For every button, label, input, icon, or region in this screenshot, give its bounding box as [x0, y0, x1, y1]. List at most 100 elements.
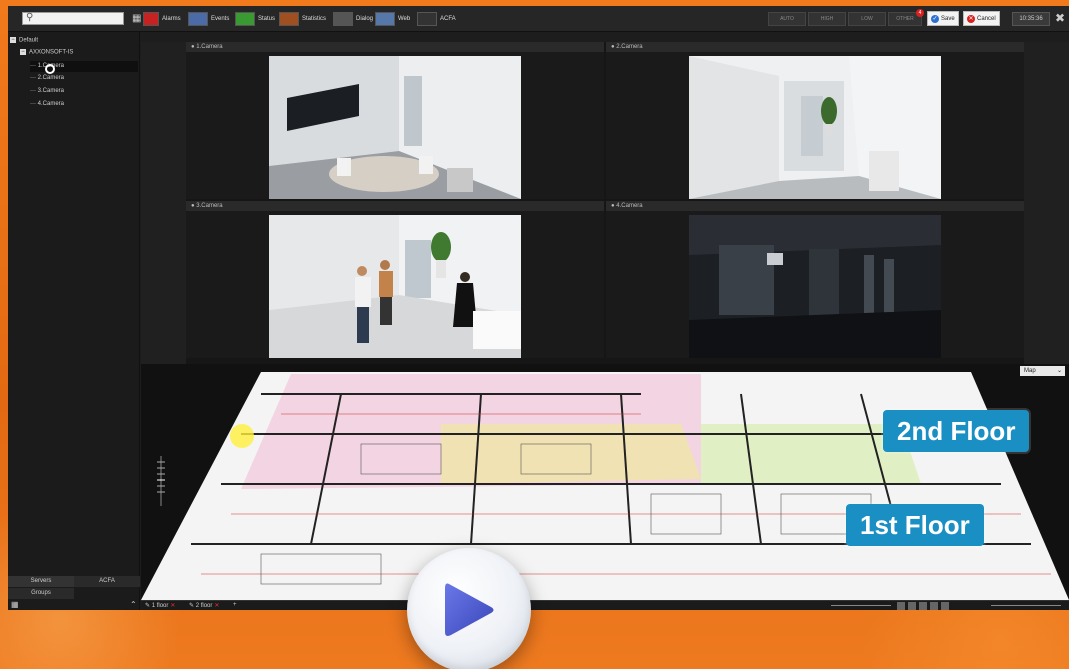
- dialog-button[interactable]: Dialog: [333, 11, 373, 27]
- map-panel[interactable]: Map ⌄ 2nd Floor 1st Floor: [141, 364, 1069, 600]
- collapse-icon[interactable]: −: [20, 49, 26, 55]
- camera-tile-4[interactable]: ● 4.Camera: [606, 201, 1024, 358]
- map-tool-icon[interactable]: [941, 602, 949, 610]
- mouse-cursor-highlight: [230, 424, 254, 448]
- camera-grid: ● 1.Camera ● 2.Camera ● 3.Camera ● 4.Cam…: [141, 42, 1069, 364]
- top-toolbar: ⚲ ▦ Alarms Events Status Statistics Dial…: [8, 6, 1069, 32]
- notification-badge: 4: [916, 9, 924, 17]
- camera-tile-2[interactable]: ● 2.Camera: [606, 42, 1024, 199]
- alarms-button[interactable]: Alarms: [143, 11, 181, 27]
- web-button[interactable]: Web: [375, 11, 410, 27]
- collapse-icon[interactable]: −: [10, 37, 16, 43]
- camera-feed-image: [689, 56, 941, 199]
- map-tool-icon[interactable]: [930, 602, 938, 610]
- mode-selector: AUTO HIGH LOW OTHER 4: [768, 9, 924, 26]
- search-field[interactable]: ⚲: [22, 12, 124, 29]
- add-floor-icon[interactable]: +: [233, 602, 237, 608]
- collapse-up-icon[interactable]: ⌃: [130, 600, 137, 609]
- tab-groups[interactable]: Groups: [8, 588, 74, 599]
- acfa-button[interactable]: ACFA: [417, 11, 456, 27]
- acfa-label: ACFA: [440, 16, 456, 22]
- mode-other-label: OTHER: [896, 16, 914, 22]
- web-icon: [375, 12, 395, 26]
- search-input[interactable]: [23, 18, 123, 29]
- status-button[interactable]: Status: [235, 11, 275, 27]
- camera-tile-3[interactable]: ● 3.Camera: [186, 201, 604, 358]
- close-icon: ✕: [967, 14, 975, 23]
- camera-title-bar: ● 4.Camera: [606, 201, 1024, 211]
- map-floor-tabbar: ✎ 1 floor ✕ ✎ 2 floor ✕ +: [141, 600, 1069, 610]
- map-tool-icon[interactable]: [919, 602, 927, 610]
- camera-title: 1.Camera: [196, 44, 223, 50]
- alarms-label: Alarms: [162, 16, 181, 22]
- add-grid-icon[interactable]: ▦: [11, 600, 19, 609]
- events-label: Events: [211, 16, 230, 22]
- sidebar-tabs: Servers ACFA Groups: [8, 576, 140, 610]
- mode-auto-button[interactable]: AUTO: [768, 12, 806, 26]
- map-tool-icon[interactable]: [897, 602, 905, 610]
- floor-tab-2[interactable]: ✎ 2 floor ✕: [189, 602, 219, 609]
- events-button[interactable]: Events: [188, 11, 229, 27]
- floor-tab-label: 2 floor: [195, 603, 213, 609]
- tab-acfa[interactable]: ACFA: [74, 576, 140, 587]
- cancel-label: Cancel: [977, 15, 996, 22]
- zoom-slider[interactable]: [991, 605, 1061, 606]
- floor-tab-1[interactable]: ✎ 1 floor ✕: [145, 602, 175, 609]
- tab-servers[interactable]: Servers: [8, 576, 74, 587]
- tree-camera-label: 2.Camera: [37, 75, 65, 81]
- cancel-button[interactable]: ✕ Cancel: [963, 11, 1000, 26]
- camera-feed-image: [269, 215, 521, 358]
- checkmark-icon: ✓: [931, 14, 939, 23]
- dialog-label: Dialog: [356, 16, 374, 22]
- floor-label-upper[interactable]: 2nd Floor: [883, 410, 1030, 452]
- surveillance-app-window: ⚲ ▦ Alarms Events Status Statistics Dial…: [8, 6, 1069, 610]
- tree-root[interactable]: − Default: [10, 37, 38, 44]
- layout-grid-icon[interactable]: ▦: [132, 13, 141, 24]
- camera-title-bar: ● 3.Camera: [186, 201, 604, 211]
- timeline-slider[interactable]: [831, 605, 891, 606]
- mode-other-button[interactable]: OTHER 4: [888, 9, 924, 26]
- camera-feed-image: [689, 215, 941, 358]
- statistics-icon: [279, 12, 299, 26]
- tree-camera-2[interactable]: — 2.Camera: [30, 75, 64, 81]
- save-button[interactable]: ✓ Save: [927, 11, 959, 26]
- camera-title-bar: ● 1.Camera: [186, 42, 604, 52]
- tree-camera-3[interactable]: — 3.Camera: [30, 88, 64, 94]
- tree-server[interactable]: − AXXONSOFT-IS: [20, 49, 73, 56]
- map-tools-group: [897, 602, 985, 610]
- pencil-icon: ✎: [145, 603, 152, 609]
- tree-camera-4[interactable]: — 4.Camera: [30, 101, 64, 107]
- tree-camera-label: 3.Camera: [37, 88, 65, 94]
- web-label: Web: [398, 16, 411, 22]
- clock-display: 10:35:36: [1012, 12, 1050, 26]
- camera-title-bar: ● 2.Camera: [606, 42, 1024, 52]
- close-icon[interactable]: ✕: [214, 603, 219, 609]
- map-tool-icon[interactable]: [908, 602, 916, 610]
- mouse-cursor-ring: [45, 64, 55, 74]
- mode-low-button[interactable]: LOW: [848, 12, 886, 26]
- tools-icon[interactable]: ✖: [1055, 11, 1065, 25]
- status-icon: [235, 12, 255, 26]
- floor-label-lower[interactable]: 1st Floor: [846, 504, 984, 546]
- floor-tab-label: 1 floor: [151, 603, 169, 609]
- camera-title: 2.Camera: [616, 44, 643, 50]
- sidebar-tree-panel: − Default − AXXONSOFT-IS — 1.Camera — 2.Ca…: [8, 32, 140, 610]
- play-video-button[interactable]: [407, 548, 531, 669]
- close-icon[interactable]: ✕: [170, 603, 175, 609]
- statistics-label: Statistics: [302, 16, 327, 22]
- search-icon: ⚲: [26, 12, 34, 23]
- events-icon: [188, 12, 208, 26]
- tree-root-label: Default: [19, 37, 39, 44]
- camera-tile-1[interactable]: ● 1.Camera: [186, 42, 604, 199]
- camera-title: 3.Camera: [196, 203, 223, 209]
- acfa-icon: [417, 12, 437, 26]
- tree-server-label: AXXONSOFT-IS: [29, 49, 74, 56]
- bell-icon: [143, 12, 159, 26]
- statistics-button[interactable]: Statistics: [279, 11, 326, 27]
- camera-title: 4.Camera: [616, 203, 643, 209]
- camera-feed-image: [269, 56, 521, 199]
- tree-camera-label: 4.Camera: [37, 101, 65, 107]
- mode-high-button[interactable]: HIGH: [808, 12, 846, 26]
- play-icon: [445, 583, 494, 636]
- dialog-icon: [333, 12, 353, 26]
